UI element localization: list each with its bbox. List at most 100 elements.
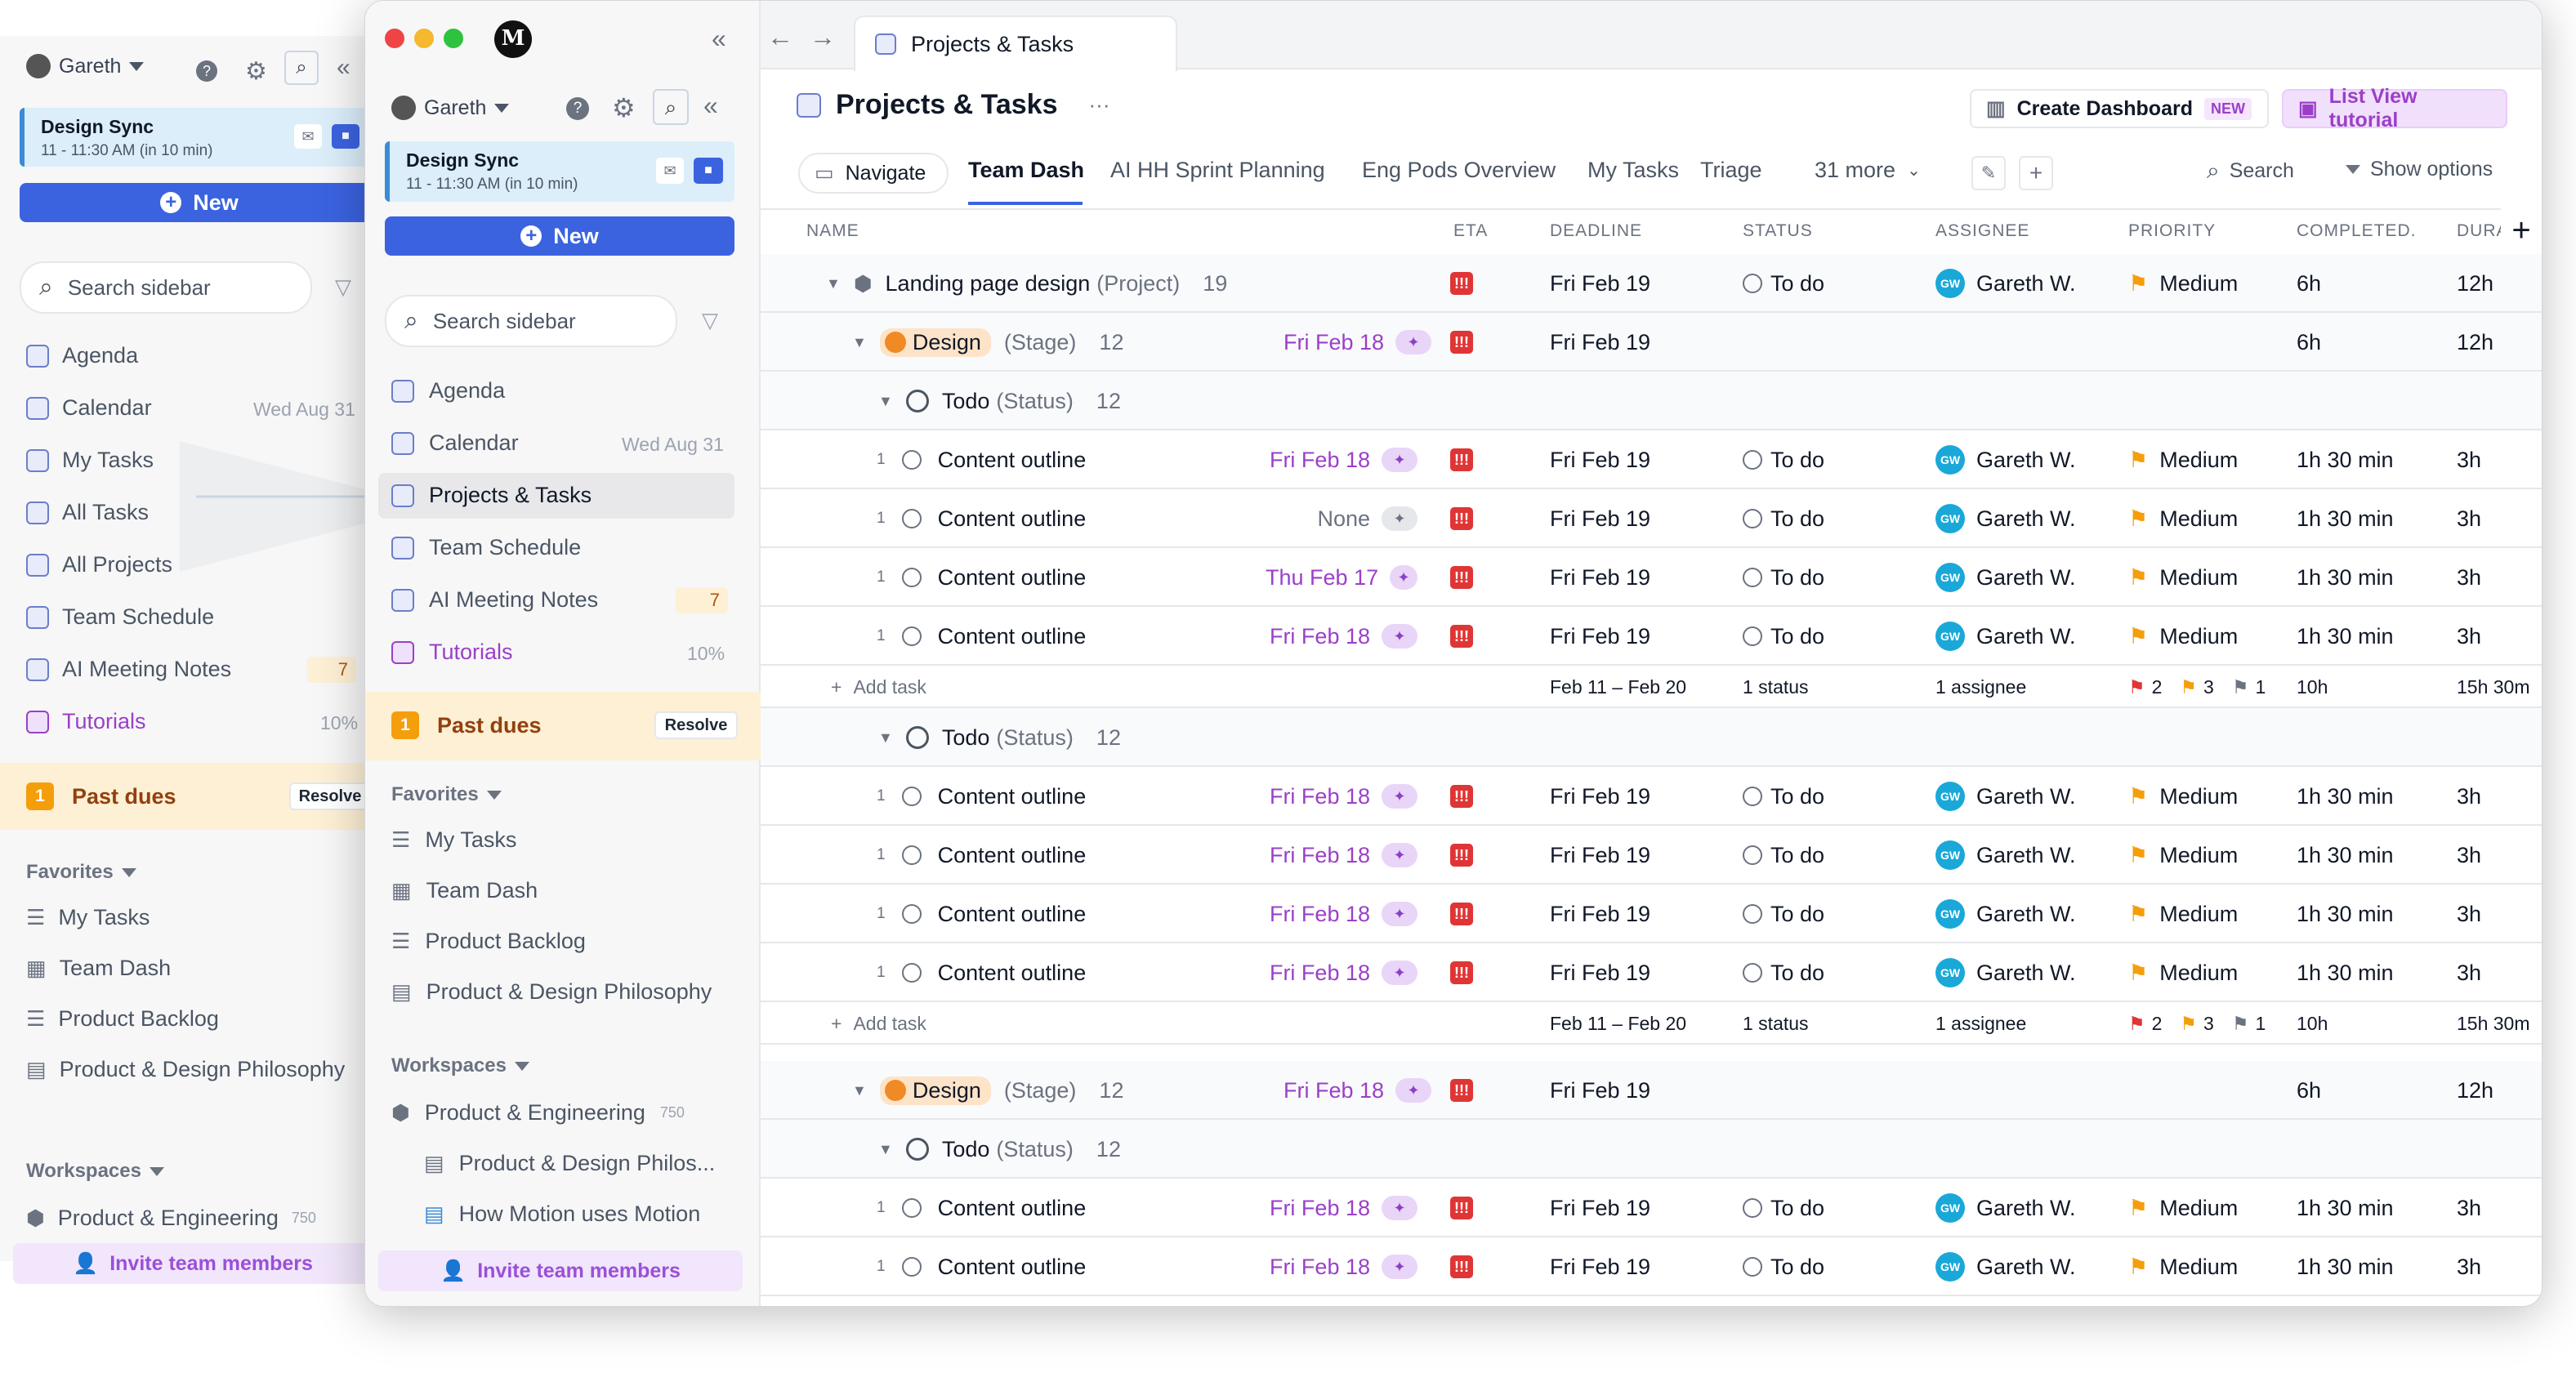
completed-cell[interactable]: 6h	[2297, 1061, 2321, 1120]
completed-cell[interactable]: 6h	[2297, 254, 2321, 313]
assignee-cell[interactable]: GW Gareth W.	[1935, 607, 2076, 666]
more-options-icon[interactable]: ···	[1089, 92, 1110, 118]
complete-checkbox-icon[interactable]	[901, 845, 922, 865]
duration-cell[interactable]: 3h	[2457, 430, 2481, 489]
status-cell[interactable]: To do	[1743, 548, 1824, 607]
favorites-header[interactable]: Favorites	[26, 861, 136, 884]
sidebar-item-projects-tasks[interactable]: Projects & Tasks	[391, 483, 592, 508]
edit-icon[interactable]: ✎	[1971, 156, 2006, 190]
chevron-down-icon[interactable]: ▼	[852, 1082, 867, 1099]
invite-button[interactable]: 👤 Invite team members	[13, 1243, 373, 1284]
complete-checkbox-icon[interactable]	[901, 787, 922, 806]
workspaces-header[interactable]: Workspaces	[391, 1054, 529, 1077]
forward-arrow-icon[interactable]: →	[810, 22, 836, 52]
duration-cell[interactable]: 12h	[2457, 254, 2493, 313]
meeting-card[interactable]: Design Sync 11 - 11:30 AM (in 10 min) ✉ …	[385, 141, 734, 202]
start-date-cell[interactable]: Fri Feb 18 ✦	[1284, 1061, 1432, 1120]
table-row[interactable]: 1 Content outline Fri Feb 18 ✦!!! Fri Feb 19…	[761, 767, 2542, 826]
start-date-cell[interactable]: Fri Feb 18 ✦	[1284, 313, 1432, 372]
back-user-menu[interactable]: Gareth	[26, 54, 145, 78]
start-date-cell[interactable]: Fri Feb 18 ✦	[1266, 885, 1417, 943]
collapse-icon[interactable]: «	[703, 91, 718, 121]
sidebar-item-team-schedule[interactable]: Team Schedule	[391, 535, 581, 560]
deadline-cell[interactable]: Fri Feb 19	[1550, 607, 1650, 666]
auto-schedule-icon[interactable]: ✦	[1382, 1196, 1417, 1220]
back-workspace-item[interactable]: ⬢ Product & Engineering 750	[26, 1206, 316, 1231]
collapse-sidebar-icon[interactable]: «	[712, 24, 726, 54]
deadline-cell[interactable]: Fri Feb 19	[1550, 1179, 1650, 1237]
name-cell[interactable]: ▼ Todo (Status) 12	[806, 708, 1121, 767]
chevron-down-icon[interactable]: ▼	[878, 1141, 893, 1158]
user-menu[interactable]: Gareth	[391, 96, 510, 120]
back-sidebar-item-agenda[interactable]: Agenda	[26, 343, 138, 368]
tab-projects-tasks[interactable]: Projects & Tasks	[854, 16, 1177, 71]
close-window-icon[interactable]	[385, 29, 404, 48]
table-row[interactable]: 1 Content outline Fri Feb 18 ✦!!! Fri Feb 19…	[761, 826, 2542, 885]
eta-cell[interactable]: !!!	[1450, 1179, 1473, 1237]
favorites-header[interactable]: Favorites	[391, 783, 502, 806]
filter-icon[interactable]: ▽	[702, 308, 718, 333]
priority-cell[interactable]: ⚑ Medium	[2128, 885, 2238, 943]
auto-schedule-icon[interactable]: ✦	[1382, 843, 1417, 867]
status-cell[interactable]: To do	[1743, 607, 1824, 666]
priority-cell[interactable]: ⚑ Medium	[2128, 767, 2238, 826]
assignee-cell[interactable]: GW Gareth W.	[1935, 767, 2076, 826]
priority-cell[interactable]: ⚑ Medium	[2128, 607, 2238, 666]
stage-row[interactable]: ▼ Design (Stage) 12 Fri Feb 18 ✦!!! Fri Feb 19…	[761, 1061, 2542, 1120]
deadline-cell[interactable]: Fri Feb 19	[1550, 313, 1650, 372]
past-dues-bar[interactable]: 1 Past dues Resolve	[0, 763, 376, 830]
new-button[interactable]: + New	[385, 216, 734, 256]
chevron-down-icon[interactable]: ▼	[852, 334, 867, 351]
status-cell[interactable]: To do	[1743, 430, 1824, 489]
name-cell[interactable]: 1 Content outline	[806, 489, 1086, 548]
group-summary-row[interactable]: + Add task Feb 11 – Feb 20 1 status 1 assign…	[761, 666, 2542, 708]
deadline-cell[interactable]: Fri Feb 19	[1550, 885, 1650, 943]
new-button[interactable]: + New	[20, 183, 379, 222]
column-header-priority[interactable]: PRIORITY	[2128, 221, 2216, 241]
complete-checkbox-icon[interactable]	[901, 1198, 922, 1218]
complete-checkbox-icon[interactable]	[901, 1257, 922, 1277]
name-cell[interactable]: ▼ Todo (Status) 12	[806, 372, 1121, 430]
name-cell[interactable]: ▼ Design (Stage) 12	[806, 313, 1123, 372]
deadline-cell[interactable]: Fri Feb 19	[1550, 1237, 1650, 1296]
priority-cell[interactable]: ⚑ Medium	[2128, 489, 2238, 548]
completed-cell[interactable]: 1h 30 min	[2297, 607, 2394, 666]
resolve-button[interactable]: Resolve	[654, 711, 738, 739]
range-cell[interactable]: Feb 11 – Feb 20	[1550, 1002, 1686, 1045]
status-group-row[interactable]: ▼ Todo (Status) 12	[761, 708, 2542, 767]
eta-cell[interactable]: !!!	[1450, 943, 1473, 1002]
column-header-name[interactable]: NAME	[806, 221, 859, 241]
collapse-icon[interactable]: «	[337, 54, 350, 82]
sidebar-item-tutorials[interactable]: Tutorials	[391, 640, 513, 665]
completed-cell[interactable]: 6h	[2297, 313, 2321, 372]
back-sidebar-item-team-schedule[interactable]: Team Schedule	[26, 604, 214, 630]
duration-cell[interactable]: 12h	[2457, 313, 2493, 372]
completed-cell[interactable]: 1h 30 min	[2297, 1179, 2394, 1237]
chevron-down-icon[interactable]: ▼	[826, 275, 841, 292]
auto-schedule-icon[interactable]: ✦	[1382, 961, 1417, 985]
completed-cell[interactable]: 1h 30 min	[2297, 943, 2394, 1002]
back-sidebar-item-all-projects[interactable]: All Projects	[26, 552, 172, 577]
table-row[interactable]: 1 Content outline None ✦!!! Fri Feb 19 To do G…	[761, 489, 2542, 548]
complete-checkbox-icon[interactable]	[901, 450, 922, 470]
start-date-cell[interactable]: Fri Feb 18 ✦	[1266, 826, 1417, 885]
assignee-cell[interactable]: GW Gareth W.	[1935, 1179, 2076, 1237]
start-date-cell[interactable]: Fri Feb 18 ✦	[1266, 430, 1417, 489]
column-header-eta[interactable]: ETA	[1453, 221, 1488, 241]
assignee-cell[interactable]: GW Gareth W.	[1935, 489, 2076, 548]
name-cell[interactable]: 1 Content outline	[806, 430, 1086, 489]
priority-summary-cell[interactable]: ⚑ 2 ⚑ 3 ⚑ 1	[2128, 666, 2266, 708]
eta-cell[interactable]: !!!	[1450, 548, 1473, 607]
sidebar-item-ai-meeting-notes[interactable]: AI Meeting Notes	[391, 587, 598, 613]
duration-cell[interactable]: 3h	[2457, 943, 2481, 1002]
favorite-item-philosophy[interactable]: ▤ Product & Design Philosophy	[391, 979, 712, 1005]
mail-icon[interactable]: ✉	[656, 158, 684, 184]
deadline-cell[interactable]: Fri Feb 19	[1550, 254, 1650, 313]
add-view-icon[interactable]: +	[2019, 156, 2053, 190]
help-icon[interactable]: ?	[196, 60, 217, 82]
tab-team-dash[interactable]: Team Dash	[968, 158, 1084, 183]
back-favorite-item[interactable]: ▤ Product & Design Philosophy	[26, 1057, 345, 1082]
add-task-cell[interactable]: + Add task	[806, 666, 926, 708]
auto-schedule-icon[interactable]: ✦	[1382, 506, 1417, 531]
status-cell[interactable]: To do	[1743, 1179, 1824, 1237]
